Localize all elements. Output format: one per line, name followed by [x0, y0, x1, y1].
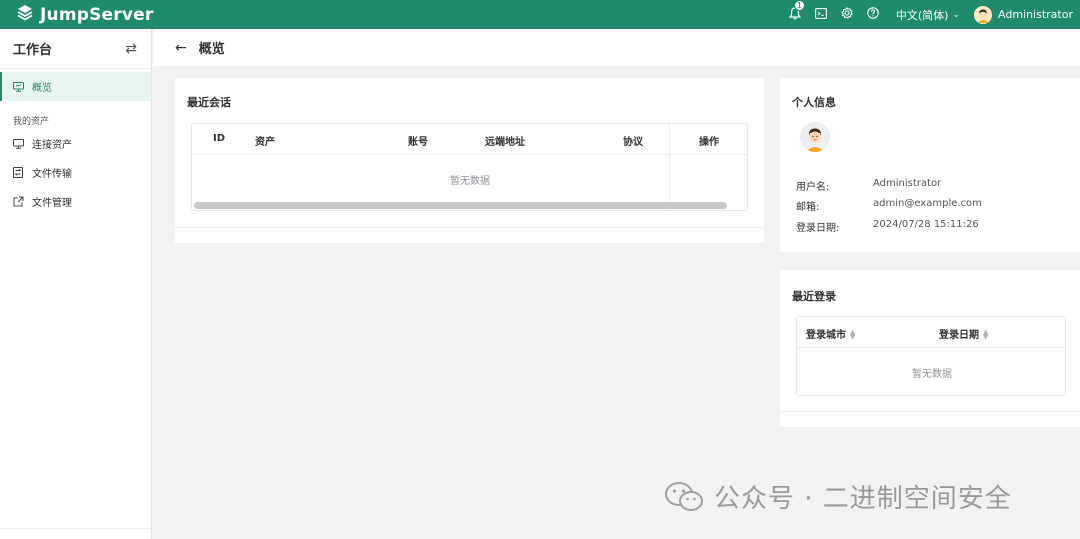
external-link-icon	[13, 196, 25, 207]
recent-sessions-card: 最近会话 ID 资产 账号 远端地址 协议 操作 暂无数据	[175, 78, 764, 243]
profile-card: 个人信息 用户名: Administrator 邮箱: admin@exampl…	[780, 78, 1080, 252]
recent-sessions-title: 最近会话	[187, 96, 231, 109]
avatar	[800, 122, 830, 152]
sidebar-item-label: 文件管理	[32, 198, 72, 209]
logins-table: 登录城市 ▲ ▼ 登录日期 ▲ ▼ 暂无数据	[796, 316, 1066, 396]
column-header-login-date[interactable]: 登录日期 ▲ ▼	[939, 326, 988, 342]
card-footer-divider	[175, 227, 764, 228]
column-header-account[interactable]: 账号	[408, 133, 428, 148]
terminal-button[interactable]	[808, 0, 834, 29]
sidebar-divider	[0, 528, 151, 529]
user-menu[interactable]: Administrator	[974, 5, 1073, 24]
watermark-text: 公众号 · 二进制空间安全	[714, 484, 1012, 514]
horizontal-scrollbar[interactable]	[194, 202, 727, 209]
notification-button[interactable]: 1	[782, 0, 808, 29]
terminal-icon	[814, 7, 827, 22]
breadcrumb: ← 概览	[153, 29, 1080, 67]
monitor-icon	[13, 81, 25, 92]
language-select[interactable]: 中文(简体) ⌄	[896, 7, 960, 23]
column-header-actions[interactable]: 操作	[699, 133, 719, 148]
sidebar: 工作台 ⇄ 概览 我的资产 连接资产 文件传输 文件管理	[0, 29, 152, 539]
username-value: Administrator	[873, 178, 942, 189]
help-icon	[867, 7, 879, 22]
sidebar-item-label: 连接资产	[32, 140, 72, 151]
page-title: 概览	[198, 42, 225, 57]
recent-logins-card: 最近登录 登录城市 ▲ ▼ 登录日期 ▲ ▼ 暂无数据	[780, 270, 1080, 427]
recent-logins-title: 最近登录	[792, 290, 836, 303]
desktop-icon	[13, 138, 25, 149]
column-header-protocol[interactable]: 协议	[623, 133, 643, 148]
column-header-label: 登录城市	[806, 330, 846, 341]
sidebar-item-label: 文件传输	[32, 169, 72, 180]
sort-icon[interactable]: ▲ ▼	[850, 329, 855, 341]
sidebar-item-file-transfer[interactable]: 文件传输	[0, 158, 151, 187]
jumpserver-logo-icon	[16, 4, 34, 25]
notification-badge: 1	[793, 0, 805, 11]
sidebar-item-connect-assets[interactable]: 连接资产	[0, 129, 151, 158]
column-header-asset[interactable]: 资产	[255, 133, 275, 148]
card-footer-divider	[780, 411, 1080, 412]
watermark: 公众号 · 二进制空间安全	[664, 478, 1012, 515]
app-logo[interactable]: JumpServer	[16, 4, 153, 25]
profile-title: 个人信息	[792, 96, 836, 109]
help-button[interactable]	[860, 0, 886, 29]
email-label: 邮箱:	[796, 202, 820, 213]
back-arrow-icon[interactable]: ←	[175, 40, 187, 56]
fixed-column-divider	[669, 124, 670, 210]
empty-text: 暂无数据	[450, 176, 490, 187]
wechat-icon	[664, 481, 704, 513]
table-header: ID 资产 账号 远端地址 协议 操作	[192, 124, 747, 155]
chevron-down-icon: ⌄	[952, 9, 960, 20]
avatar	[974, 5, 992, 24]
sidebar-item-file-management[interactable]: 文件管理	[0, 187, 151, 216]
language-label: 中文(简体)	[895, 8, 949, 22]
email-value: admin@example.com	[873, 198, 982, 209]
workspace-title: 工作台	[13, 43, 53, 58]
file-transfer-icon	[13, 167, 25, 178]
user-name: Administrator	[998, 8, 1073, 21]
sessions-table: ID 资产 账号 远端地址 协议 操作 暂无数据	[191, 123, 748, 211]
login-date-label: 登录日期:	[796, 223, 840, 234]
username-label: 用户名:	[796, 182, 830, 193]
switch-view-icon[interactable]: ⇄	[125, 41, 137, 57]
column-header-remote-address[interactable]: 远端地址	[485, 133, 525, 148]
column-header-label: 登录日期	[939, 330, 979, 341]
column-header-login-city[interactable]: 登录城市 ▲ ▼	[806, 326, 855, 342]
column-header-id[interactable]: ID	[213, 133, 225, 144]
sidebar-section-my-assets: 我的资产	[13, 117, 50, 127]
settings-button[interactable]	[834, 0, 860, 29]
sidebar-item-label: 概览	[32, 83, 52, 94]
sidebar-header: 工作台 ⇄	[0, 29, 151, 69]
gear-icon	[841, 6, 853, 22]
sidebar-item-overview[interactable]: 概览	[0, 72, 151, 101]
table-header: 登录城市 ▲ ▼ 登录日期 ▲ ▼	[797, 317, 1065, 348]
login-date-value: 2024/07/28 15:11:26	[873, 219, 979, 230]
app-name: JumpServer	[40, 4, 154, 25]
empty-text: 暂无数据	[912, 369, 952, 380]
sort-icon[interactable]: ▲ ▼	[983, 329, 988, 341]
top-bar: JumpServer 1 中文(简体) ⌄ Administrator	[0, 0, 1080, 29]
